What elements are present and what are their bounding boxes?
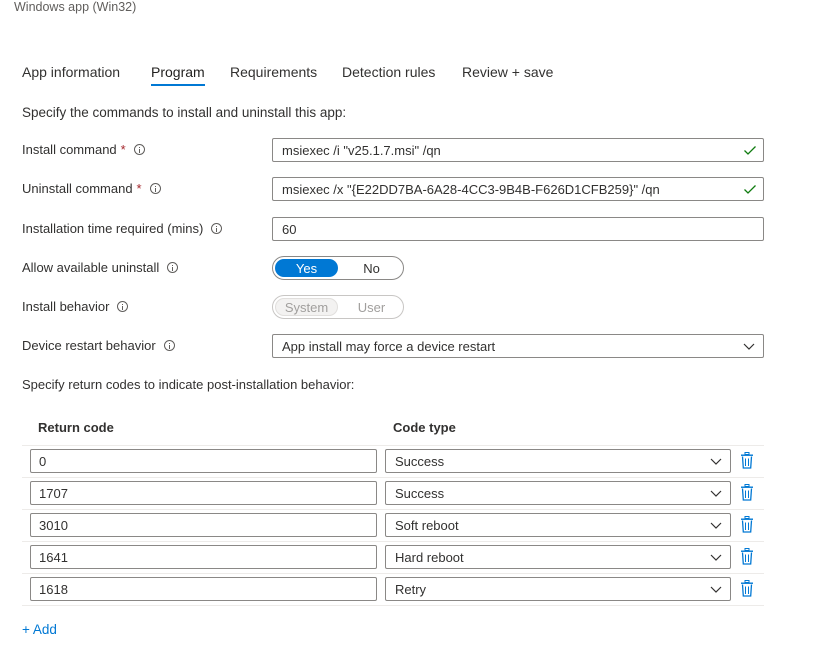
install-behavior-label-text: Install behavior bbox=[22, 299, 110, 314]
return-code-input[interactable]: 1707 bbox=[30, 481, 377, 505]
row-divider bbox=[22, 477, 764, 478]
restart-behavior-label-text: Device restart behavior bbox=[22, 338, 156, 353]
code-type-value: Success bbox=[395, 485, 445, 501]
return-codes-intro: Specify return codes to indicate post-in… bbox=[22, 377, 355, 392]
uninstall-command-input[interactable]: msiexec /x "{E22DD7BA-6A28-4CC3-9B4B-F62… bbox=[272, 177, 764, 201]
install-behavior-toggle: System User bbox=[272, 295, 404, 319]
row-divider bbox=[22, 541, 764, 542]
tab-detection-rules[interactable]: Detection rules bbox=[342, 64, 435, 86]
code-type-dropdown[interactable]: Retry bbox=[385, 577, 731, 601]
allow-uninstall-label-text: Allow available uninstall bbox=[22, 260, 160, 275]
tab-review-save[interactable]: Review + save bbox=[462, 64, 553, 86]
return-code-input[interactable]: 0 bbox=[30, 449, 377, 473]
tab-app-information[interactable]: App information bbox=[22, 64, 120, 86]
install-time-label: Installation time required (mins) bbox=[22, 221, 223, 236]
chevron-down-icon bbox=[710, 586, 722, 593]
table-divider bbox=[22, 445, 764, 446]
allow-uninstall-toggle[interactable]: Yes No bbox=[272, 256, 404, 280]
code-type-dropdown[interactable]: Success bbox=[385, 481, 731, 505]
tab-requirements[interactable]: Requirements bbox=[230, 64, 317, 86]
add-return-code-link[interactable]: + Add bbox=[22, 622, 57, 637]
install-command-label: Install command * bbox=[22, 142, 145, 157]
checkmark-icon bbox=[744, 146, 756, 155]
chevron-down-icon bbox=[710, 458, 722, 465]
install-behavior-system: System bbox=[275, 298, 339, 316]
code-type-dropdown[interactable]: Success bbox=[385, 449, 731, 473]
allow-uninstall-label: Allow available uninstall bbox=[22, 260, 179, 275]
install-behavior-label: Install behavior bbox=[22, 299, 129, 314]
required-marker: * bbox=[136, 181, 142, 196]
info-icon[interactable] bbox=[117, 301, 129, 312]
trash-icon[interactable] bbox=[740, 580, 754, 597]
return-code-value: 0 bbox=[39, 453, 47, 469]
install-command-value: msiexec /i "v25.1.7.msi" /qn bbox=[282, 142, 441, 158]
allow-uninstall-no[interactable]: No bbox=[340, 259, 403, 277]
required-marker: * bbox=[120, 142, 126, 157]
chevron-down-icon bbox=[743, 343, 755, 350]
install-time-value: 60 bbox=[282, 221, 297, 237]
chevron-down-icon bbox=[710, 522, 722, 529]
info-icon[interactable] bbox=[149, 183, 161, 194]
restart-behavior-label: Device restart behavior bbox=[22, 338, 175, 353]
header-return-code: Return code bbox=[38, 420, 114, 435]
return-code-input[interactable]: 3010 bbox=[30, 513, 377, 537]
row-divider bbox=[22, 509, 764, 510]
uninstall-command-label-text: Uninstall command bbox=[22, 181, 133, 196]
return-code-value: 1707 bbox=[39, 485, 68, 501]
uninstall-command-value: msiexec /x "{E22DD7BA-6A28-4CC3-9B4B-F62… bbox=[282, 181, 660, 197]
info-icon[interactable] bbox=[163, 340, 175, 351]
allow-uninstall-yes[interactable]: Yes bbox=[275, 259, 338, 277]
restart-behavior-dropdown[interactable]: App install may force a device restart bbox=[272, 334, 764, 358]
header-code-type: Code type bbox=[393, 420, 456, 435]
page: Windows app (Win32) App information Prog… bbox=[0, 0, 816, 647]
return-code-value: 1618 bbox=[39, 581, 68, 597]
return-code-input[interactable]: 1641 bbox=[30, 545, 377, 569]
install-command-input[interactable]: msiexec /i "v25.1.7.msi" /qn bbox=[272, 138, 764, 162]
row-divider bbox=[22, 605, 764, 606]
code-type-dropdown[interactable]: Soft reboot bbox=[385, 513, 731, 537]
row-divider bbox=[22, 573, 764, 574]
install-behavior-user: User bbox=[357, 299, 386, 315]
info-icon[interactable] bbox=[133, 144, 145, 155]
code-type-value: Retry bbox=[395, 581, 427, 597]
intro-text: Specify the commands to install and unin… bbox=[22, 105, 347, 120]
info-icon[interactable] bbox=[167, 262, 179, 273]
window-title: Windows app (Win32) bbox=[14, 0, 137, 14]
trash-icon[interactable] bbox=[740, 484, 754, 501]
uninstall-command-label: Uninstall command * bbox=[22, 181, 161, 196]
return-code-value: 1641 bbox=[39, 549, 68, 565]
return-code-input[interactable]: 1618 bbox=[30, 577, 377, 601]
code-type-dropdown[interactable]: Hard reboot bbox=[385, 545, 731, 569]
trash-icon[interactable] bbox=[740, 516, 754, 533]
chevron-down-icon bbox=[710, 554, 722, 561]
install-command-label-text: Install command bbox=[22, 142, 117, 157]
info-icon[interactable] bbox=[211, 223, 223, 234]
chevron-down-icon bbox=[710, 490, 722, 497]
trash-icon[interactable] bbox=[740, 548, 754, 565]
tab-program[interactable]: Program bbox=[151, 64, 205, 86]
restart-behavior-value: App install may force a device restart bbox=[282, 338, 496, 354]
install-time-label-text: Installation time required (mins) bbox=[22, 221, 204, 236]
checkmark-icon bbox=[744, 185, 756, 194]
code-type-value: Hard reboot bbox=[395, 549, 464, 565]
code-type-value: Success bbox=[395, 453, 445, 469]
install-time-input[interactable]: 60 bbox=[272, 217, 764, 241]
trash-icon[interactable] bbox=[740, 452, 754, 469]
return-code-value: 3010 bbox=[39, 517, 68, 533]
code-type-value: Soft reboot bbox=[395, 517, 459, 533]
